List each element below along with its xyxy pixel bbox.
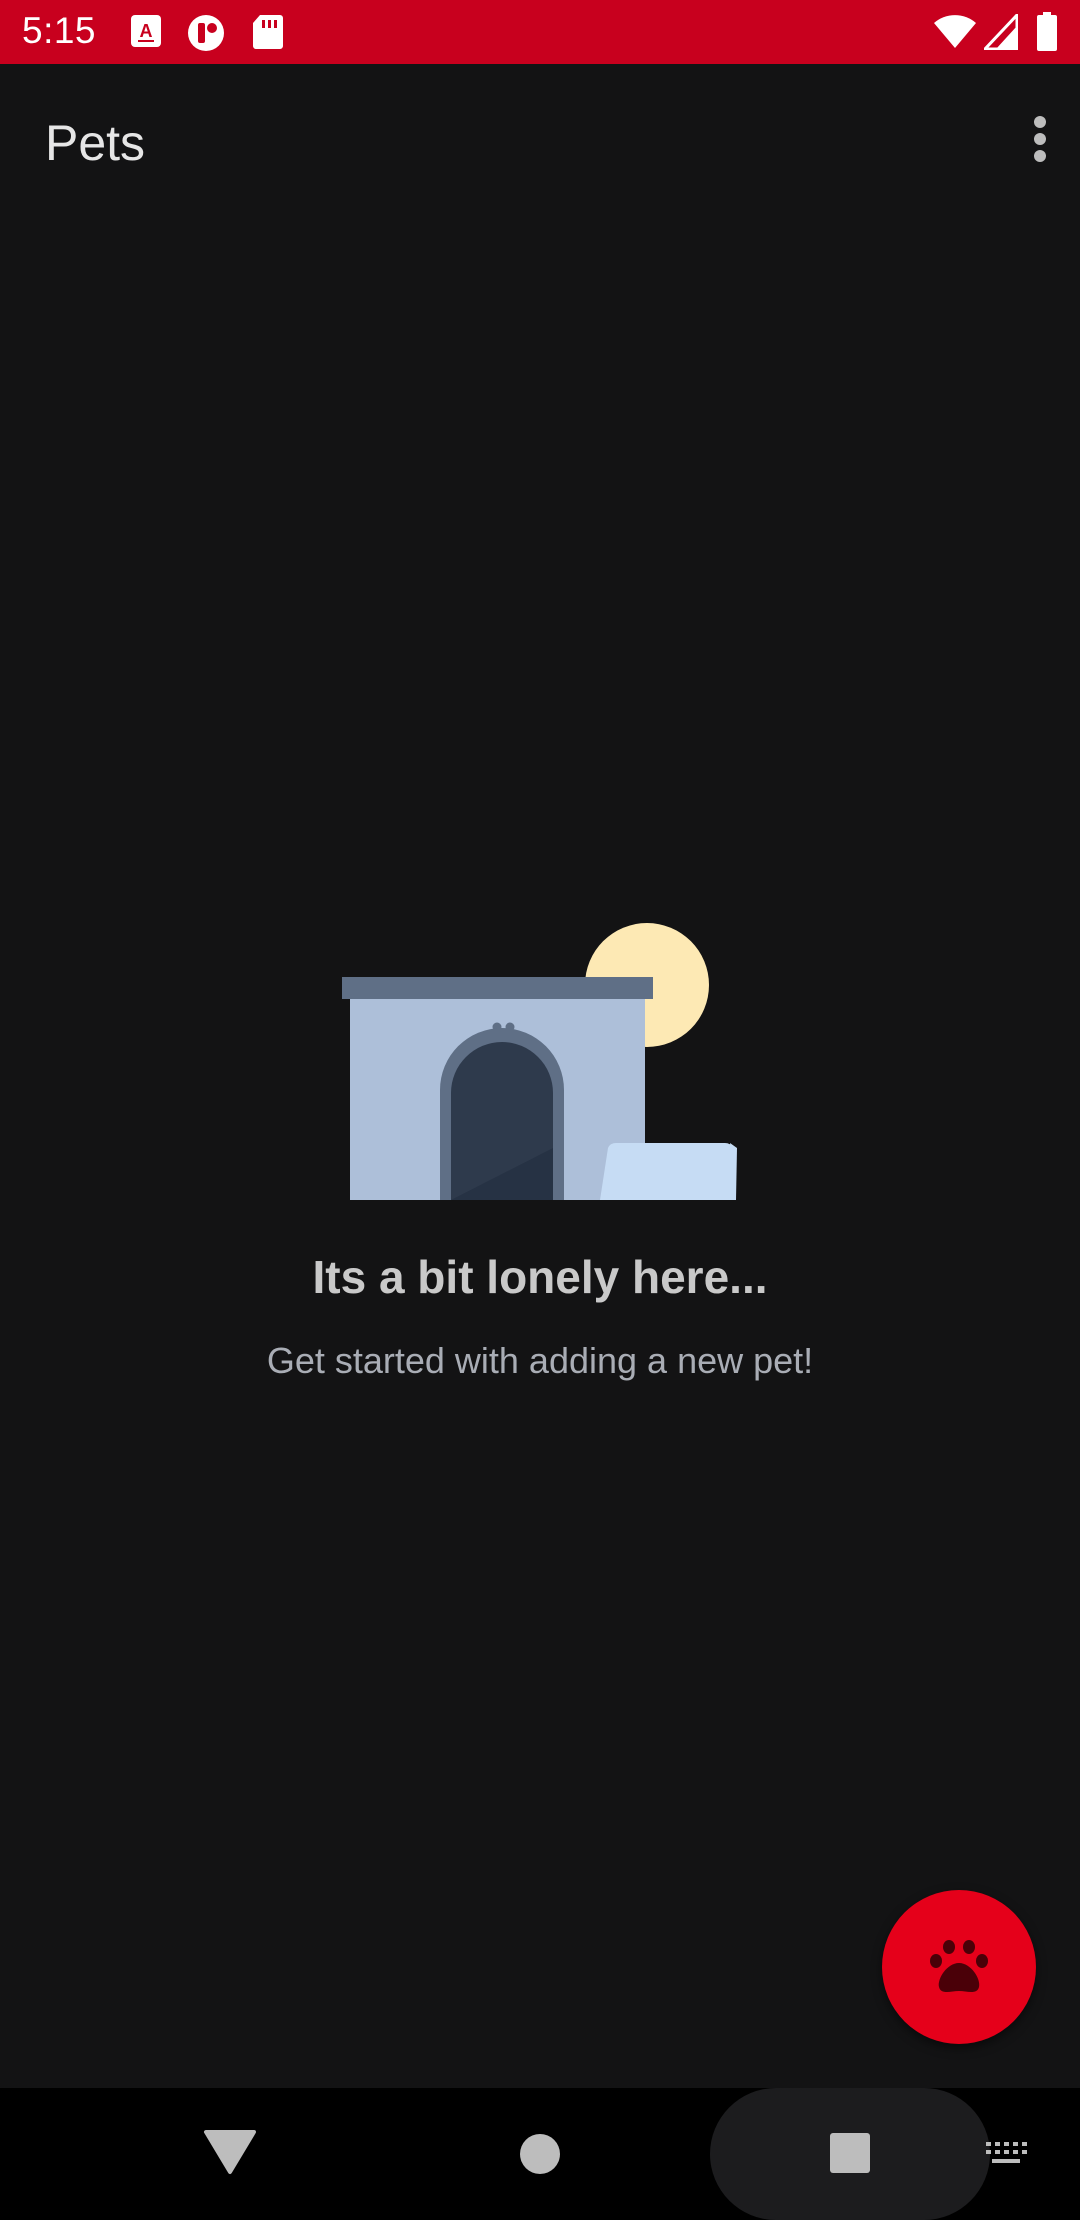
status-bar: 5:15 A xyxy=(0,0,1080,64)
paw-icon xyxy=(930,1940,988,1992)
empty-state-title: Its a bit lonely here... xyxy=(312,1251,768,1303)
status-time: 5:15 xyxy=(22,10,97,51)
back-icon xyxy=(204,2130,256,2174)
a-notification-icon: A xyxy=(130,14,162,53)
cell-signal-icon xyxy=(981,11,1019,55)
svg-text:A: A xyxy=(140,21,153,41)
keyboard-button[interactable] xyxy=(984,2140,1030,2173)
navigation-bar xyxy=(0,2088,1080,2220)
page-title: Pets xyxy=(45,115,146,171)
empty-state-subtitle: Get started with adding a new pet! xyxy=(266,1340,814,1381)
t-notification-icon xyxy=(187,14,225,57)
recents-button[interactable] xyxy=(829,2132,871,2179)
add-pet-button[interactable] xyxy=(882,1890,1036,2044)
battery-icon xyxy=(1036,12,1058,57)
app-bar: Pets xyxy=(0,64,1080,224)
home-icon xyxy=(520,2134,560,2174)
dog-house-illustration xyxy=(330,915,750,1200)
sd-card-icon xyxy=(252,14,284,55)
back-button[interactable] xyxy=(200,2128,260,2181)
pets-screen: 5:15 A Pets Its a bit lonely here... Get… xyxy=(0,0,1080,2220)
more-vert-icon xyxy=(1034,116,1046,162)
keyboard-icon xyxy=(986,2142,1027,2163)
recents-icon xyxy=(830,2133,870,2173)
wifi-icon xyxy=(933,14,977,55)
overflow-menu-button[interactable] xyxy=(1010,104,1070,174)
home-button[interactable] xyxy=(519,2133,561,2180)
